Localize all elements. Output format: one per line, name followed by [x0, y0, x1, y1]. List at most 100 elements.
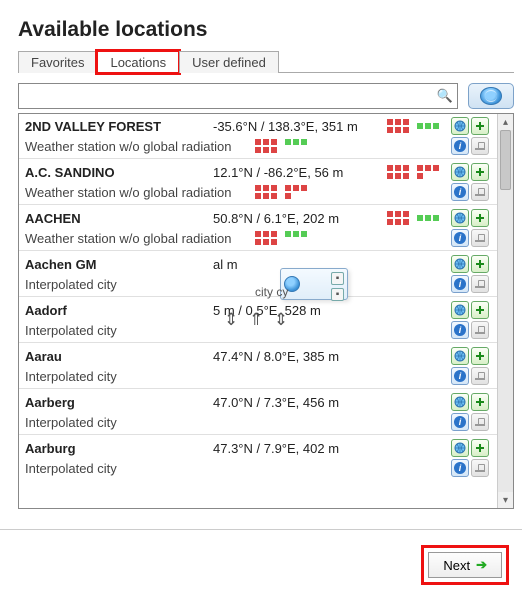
row-divider — [19, 204, 497, 205]
location-row[interactable]: A.C. SANDINO12.1°N / -86.2°E, 56 m Weathe… — [19, 160, 497, 202]
info-button[interactable]: i — [451, 413, 469, 431]
location-name: 2ND VALLEY FOREST — [25, 119, 213, 134]
row-divider — [19, 250, 497, 251]
data-periods-extra — [255, 231, 307, 245]
location-name: Aarburg — [25, 441, 213, 456]
info-button[interactable]: i — [451, 137, 469, 155]
location-coords: 47.3°N / 7.9°E, 402 m — [213, 441, 387, 456]
show-on-map-button[interactable] — [451, 301, 469, 319]
show-on-map-button[interactable] — [451, 255, 469, 273]
info-icon: i — [454, 186, 466, 198]
row-divider — [19, 342, 497, 343]
location-desc: Weather station w/o global radiation — [25, 231, 255, 246]
row-divider — [19, 158, 497, 159]
location-desc: Weather station w/o global radiation — [25, 185, 255, 200]
location-row[interactable]: Aarburg47.3°N / 7.9°E, 402 m Interpolated… — [19, 436, 497, 478]
show-on-map-button[interactable] — [451, 209, 469, 227]
info-button[interactable]: i — [451, 459, 469, 477]
row-divider — [19, 388, 497, 389]
location-desc: Interpolated city — [25, 277, 255, 292]
row-divider — [19, 434, 497, 435]
scroll-track[interactable] — [498, 130, 513, 492]
info-button[interactable]: i — [451, 275, 469, 293]
location-row[interactable]: 2ND VALLEY FOREST-35.6°N / 138.3°E, 351 … — [19, 114, 497, 156]
details-button[interactable] — [471, 137, 489, 155]
add-location-button[interactable] — [471, 117, 489, 135]
location-desc: Weather station w/o global radiation — [25, 139, 255, 154]
show-on-map-button[interactable] — [451, 117, 469, 135]
details-button[interactable] — [471, 459, 489, 477]
globe-icon — [480, 87, 502, 105]
world-map-button[interactable] — [468, 83, 514, 109]
page-title: Available locations — [18, 18, 514, 42]
location-coords: 47.0°N / 7.3°E, 456 m — [213, 395, 387, 410]
arrow-right-icon: ➔ — [476, 557, 487, 573]
scroll-thumb[interactable] — [500, 130, 511, 190]
data-periods — [387, 119, 451, 133]
details-button[interactable] — [471, 229, 489, 247]
cursor-label: city cy — [255, 285, 288, 299]
scroll-up-icon[interactable]: ▴ — [498, 114, 513, 130]
info-icon: i — [454, 370, 466, 382]
info-icon: i — [454, 462, 466, 474]
info-icon: i — [454, 324, 466, 336]
add-location-button[interactable] — [471, 255, 489, 273]
info-icon: i — [454, 416, 466, 428]
data-periods-extra — [255, 139, 307, 153]
next-button-label: Next — [443, 558, 470, 573]
data-periods-extra — [255, 185, 307, 199]
location-coords: 50.8°N / 6.1°E, 202 m — [213, 211, 387, 226]
location-name: Aadorf — [25, 303, 213, 318]
popup-top-icon: ▪ — [331, 272, 344, 285]
location-name: Aarberg — [25, 395, 213, 410]
add-location-button[interactable] — [471, 393, 489, 411]
search-input[interactable] — [18, 83, 458, 109]
popup-bottom-icon: ▪ — [331, 288, 344, 301]
location-name: Aachen GM — [25, 257, 213, 272]
show-on-map-button[interactable] — [451, 439, 469, 457]
add-location-button[interactable] — [471, 163, 489, 181]
info-icon: i — [454, 140, 466, 152]
location-name: A.C. SANDINO — [25, 165, 213, 180]
tab-locations[interactable]: Locations — [97, 51, 179, 73]
details-button[interactable] — [471, 413, 489, 431]
location-row[interactable]: Aarau47.4°N / 8.0°E, 385 m Interpolated c… — [19, 344, 497, 386]
data-periods — [387, 211, 451, 225]
show-on-map-button[interactable] — [451, 393, 469, 411]
tab-favorites[interactable]: Favorites — [18, 51, 97, 73]
add-location-button[interactable] — [471, 347, 489, 365]
tooltip-popup: ▪ ▪ — [280, 268, 348, 300]
next-button[interactable]: Next ➔ — [428, 552, 502, 578]
info-icon: i — [454, 278, 466, 290]
info-button[interactable]: i — [451, 367, 469, 385]
add-location-button[interactable] — [471, 301, 489, 319]
info-button[interactable]: i — [451, 321, 469, 339]
add-location-button[interactable] — [471, 209, 489, 227]
details-button[interactable] — [471, 321, 489, 339]
location-desc: Interpolated city — [25, 461, 255, 476]
scrollbar[interactable]: ▴ ▾ — [497, 114, 513, 508]
location-desc: Interpolated city — [25, 415, 255, 430]
add-location-button[interactable] — [471, 439, 489, 457]
details-button[interactable] — [471, 367, 489, 385]
info-icon: i — [454, 232, 466, 244]
info-button[interactable]: i — [451, 183, 469, 201]
location-name: Aarau — [25, 349, 213, 364]
location-desc: Interpolated city — [25, 323, 255, 338]
tabs-bar: Favorites Locations User defined — [18, 50, 514, 73]
tab-user-defined[interactable]: User defined — [179, 51, 279, 73]
scroll-down-icon[interactable]: ▾ — [498, 492, 513, 508]
details-button[interactable] — [471, 275, 489, 293]
location-coords: 12.1°N / -86.2°E, 56 m — [213, 165, 387, 180]
location-coords: -35.6°N / 138.3°E, 351 m — [213, 119, 387, 134]
data-periods — [387, 165, 451, 179]
location-coords: 47.4°N / 8.0°E, 385 m — [213, 349, 387, 364]
info-button[interactable]: i — [451, 229, 469, 247]
show-on-map-button[interactable] — [451, 347, 469, 365]
cursor-decor: ⇕ ⇑ ⇕ — [224, 310, 291, 330]
location-row[interactable]: AACHEN50.8°N / 6.1°E, 202 mWeather stati… — [19, 206, 497, 248]
location-desc: Interpolated city — [25, 369, 255, 384]
location-row[interactable]: Aarberg47.0°N / 7.3°E, 456 m Interpolated… — [19, 390, 497, 432]
details-button[interactable] — [471, 183, 489, 201]
show-on-map-button[interactable] — [451, 163, 469, 181]
